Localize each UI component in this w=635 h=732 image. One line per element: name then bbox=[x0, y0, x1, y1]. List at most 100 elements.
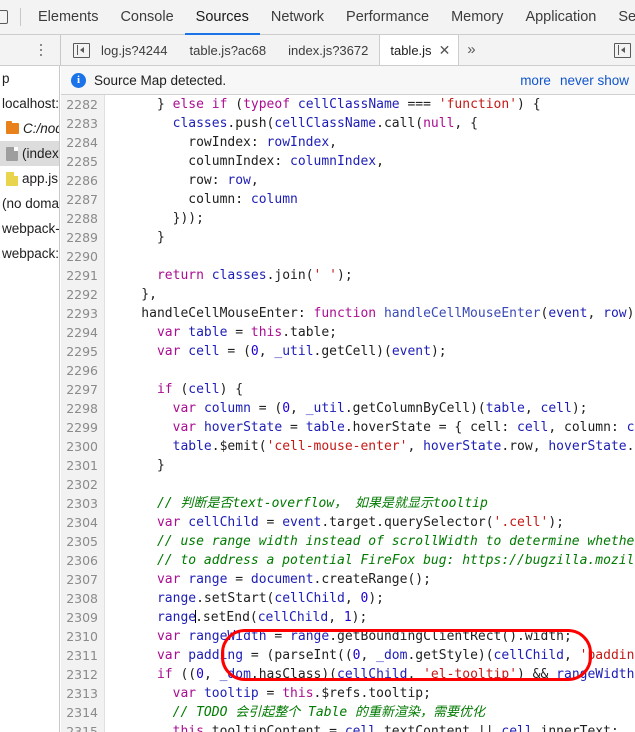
file-tab-3[interactable]: table.js ✕ bbox=[379, 35, 460, 65]
line-number[interactable]: 2313 bbox=[61, 684, 104, 703]
sidebar-item-6[interactable]: webpack- bbox=[0, 216, 59, 241]
code-line[interactable]: // use range width instead of scrollWidt… bbox=[106, 532, 635, 551]
code-line[interactable]: rowIndex: rowIndex, bbox=[106, 133, 635, 152]
code-line[interactable]: var cell = (0, _util.getCell)(event); bbox=[106, 342, 635, 361]
line-number[interactable]: 2307 bbox=[61, 570, 104, 589]
line-number[interactable]: 2298 bbox=[61, 399, 104, 418]
code-content[interactable]: } else if (typeof cellClassName === 'fun… bbox=[106, 95, 635, 732]
code-line[interactable]: var tooltip = this.$refs.tooltip; bbox=[106, 684, 635, 703]
line-number[interactable]: 2285 bbox=[61, 152, 104, 171]
line-number[interactable]: 2304 bbox=[61, 513, 104, 532]
file-tab-0[interactable]: log.js?4244 bbox=[90, 35, 179, 65]
line-number[interactable]: 2302 bbox=[61, 475, 104, 494]
line-number[interactable]: 2289 bbox=[61, 228, 104, 247]
code-line[interactable]: range.setStart(cellChild, 0); bbox=[106, 589, 635, 608]
code-line[interactable] bbox=[106, 475, 635, 494]
code-line[interactable]: range.setEnd(cellChild, 1); bbox=[106, 608, 635, 627]
line-number[interactable]: 2299 bbox=[61, 418, 104, 437]
file-tab-2[interactable]: index.js?3672 bbox=[277, 35, 379, 65]
code-line[interactable]: table.$emit('cell-mouse-enter', hoverSta… bbox=[106, 437, 635, 456]
code-line[interactable]: if (cell) { bbox=[106, 380, 635, 399]
line-number[interactable]: 2315 bbox=[61, 722, 104, 732]
code-line[interactable]: var table = this.table; bbox=[106, 323, 635, 342]
line-number-gutter[interactable]: 2282 2283 2284 2285 2286 2287 2288 2289 2290 2291… bbox=[61, 95, 105, 732]
code-line[interactable]: handleCellMouseEnter: function handleCel… bbox=[106, 304, 635, 323]
more-tabs-icon[interactable]: » bbox=[459, 35, 483, 65]
line-number[interactable]: 2305 bbox=[61, 532, 104, 551]
code-line[interactable]: // TODO 会引起整个 Table 的重新渲染，需要优化 bbox=[106, 703, 635, 722]
file-tab-1[interactable]: table.js?ac68 bbox=[179, 35, 278, 65]
panel-tab-memory[interactable]: Memory bbox=[440, 0, 514, 35]
expand-debugger-icon[interactable] bbox=[614, 42, 631, 58]
code-line[interactable]: var padding = (parseInt((0, _dom.getStyl… bbox=[106, 646, 635, 665]
line-number[interactable]: 2314 bbox=[61, 703, 104, 722]
code-line[interactable] bbox=[106, 247, 635, 266]
line-number[interactable]: 2301 bbox=[61, 456, 104, 475]
sidebar-item-4[interactable]: app.js bbox=[0, 166, 59, 191]
code-line[interactable]: var hoverState = table.hoverState = { ce… bbox=[106, 418, 635, 437]
source-code-editor[interactable]: 2282 2283 2284 2285 2286 2287 2288 2289 2290 2291… bbox=[61, 95, 635, 732]
code-line[interactable]: var range = document.createRange(); bbox=[106, 570, 635, 589]
panel-tab-sources[interactable]: Sources bbox=[185, 0, 260, 35]
code-line[interactable]: } else if (typeof cellClassName === 'fun… bbox=[106, 95, 635, 114]
sidebar-item-7[interactable]: webpack:/ bbox=[0, 241, 59, 266]
panel-tab-secu[interactable]: Secu bbox=[607, 0, 635, 35]
more-link[interactable]: more bbox=[520, 73, 551, 88]
code-line[interactable]: var cellChild = event.target.querySelect… bbox=[106, 513, 635, 532]
line-number[interactable]: 2296 bbox=[61, 361, 104, 380]
sidebar-item-2[interactable]: C:/node bbox=[0, 116, 59, 141]
line-number[interactable]: 2300 bbox=[61, 437, 104, 456]
line-number[interactable]: 2284 bbox=[61, 133, 104, 152]
line-number[interactable]: 2291 bbox=[61, 266, 104, 285]
code-line[interactable]: var column = (0, _util.getColumnByCell)(… bbox=[106, 399, 635, 418]
line-number[interactable]: 2288 bbox=[61, 209, 104, 228]
inspect-element-icon[interactable] bbox=[0, 10, 8, 24]
line-number[interactable]: 2303 bbox=[61, 494, 104, 513]
line-number[interactable]: 2297 bbox=[61, 380, 104, 399]
code-line[interactable]: // 判断是否text-overflow， 如果是就显示tooltip bbox=[106, 494, 635, 513]
line-number[interactable]: 2309 bbox=[61, 608, 104, 627]
sidebar-item-0[interactable]: p bbox=[0, 66, 59, 91]
line-number[interactable]: 2312 bbox=[61, 665, 104, 684]
sidebar-item-1[interactable]: localhost: bbox=[0, 91, 59, 116]
line-number[interactable]: 2286 bbox=[61, 171, 104, 190]
line-number[interactable]: 2283 bbox=[61, 114, 104, 133]
line-number[interactable]: 2290 bbox=[61, 247, 104, 266]
line-number[interactable]: 2311 bbox=[61, 646, 104, 665]
never-show-link[interactable]: never show bbox=[560, 73, 629, 88]
panel-tab-network[interactable]: Network bbox=[260, 0, 335, 35]
collapse-navigator-icon[interactable] bbox=[73, 42, 90, 58]
code-line[interactable]: this.tooltipContent = cell.textContent |… bbox=[106, 722, 635, 732]
code-line[interactable]: classes.push(cellClassName.call(null, { bbox=[106, 114, 635, 133]
line-number[interactable]: 2287 bbox=[61, 190, 104, 209]
line-number[interactable]: 2308 bbox=[61, 589, 104, 608]
panel-tab-console[interactable]: Console bbox=[109, 0, 184, 35]
code-line[interactable]: }, bbox=[106, 285, 635, 304]
code-line[interactable]: column: column bbox=[106, 190, 635, 209]
code-line[interactable]: row: row, bbox=[106, 171, 635, 190]
code-line[interactable]: columnIndex: columnIndex, bbox=[106, 152, 635, 171]
code-line[interactable]: var rangeWidth = range.getBoundingClient… bbox=[106, 627, 635, 646]
file-navigator-sidebar[interactable]: p localhost: C:/node (index) app.js (no doma w… bbox=[0, 66, 60, 732]
line-number[interactable]: 2310 bbox=[61, 627, 104, 646]
line-number[interactable]: 2306 bbox=[61, 551, 104, 570]
more-options-icon[interactable] bbox=[34, 42, 48, 58]
code-line[interactable] bbox=[106, 361, 635, 380]
sidebar-item-5[interactable]: (no doma bbox=[0, 191, 59, 216]
panel-tab-performance[interactable]: Performance bbox=[335, 0, 440, 35]
line-number[interactable]: 2294 bbox=[61, 323, 104, 342]
code-line[interactable]: } bbox=[106, 228, 635, 247]
line-number[interactable]: 2282 bbox=[61, 95, 104, 114]
panel-tab-application[interactable]: Application bbox=[514, 0, 607, 35]
panel-tab-elements[interactable]: Elements bbox=[27, 0, 109, 35]
code-line[interactable]: if ((0, _dom.hasClass)(cellChild, 'el-to… bbox=[106, 665, 635, 684]
sidebar-item-3[interactable]: (index) bbox=[0, 141, 59, 166]
close-tab-icon[interactable]: ✕ bbox=[439, 43, 451, 57]
code-line[interactable]: })); bbox=[106, 209, 635, 228]
code-line[interactable]: return classes.join(' '); bbox=[106, 266, 635, 285]
line-number[interactable]: 2295 bbox=[61, 342, 104, 361]
line-number[interactable]: 2292 bbox=[61, 285, 104, 304]
line-number[interactable]: 2293 bbox=[61, 304, 104, 323]
code-line[interactable]: // to address a potential FireFox bug: h… bbox=[106, 551, 635, 570]
code-line[interactable]: } bbox=[106, 456, 635, 475]
